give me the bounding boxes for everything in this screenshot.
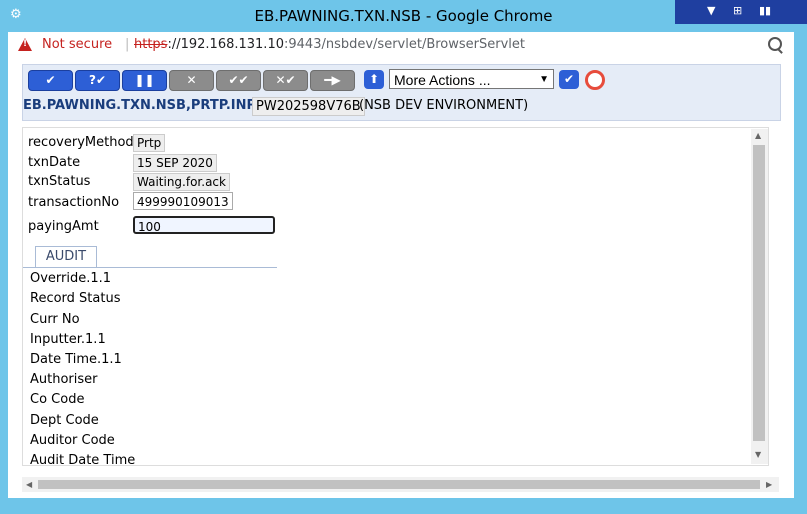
horizontal-scrollbar[interactable]: ◀ ▶ bbox=[22, 477, 779, 492]
url-scheme: https bbox=[134, 37, 168, 52]
txn-date-label: txnDate bbox=[28, 155, 81, 170]
vertical-scroll-thumb[interactable] bbox=[753, 145, 765, 441]
transaction-no-input[interactable]: 499990109013 bbox=[133, 192, 233, 210]
audit-override: Override.1.1 bbox=[30, 271, 112, 286]
url-text[interactable]: https://192.168.131.10:9443/nsbdev/servl… bbox=[134, 37, 525, 52]
next-button[interactable]: ━▶ bbox=[310, 70, 355, 91]
separator: | bbox=[125, 37, 130, 52]
authorise-button[interactable]: ✔✔ bbox=[216, 70, 261, 91]
scroll-down-icon[interactable]: ▼ bbox=[755, 450, 761, 459]
audit-date-time: Date Time.1.1 bbox=[30, 352, 122, 367]
tab-audit[interactable]: AUDIT bbox=[35, 246, 97, 267]
audit-date-time-2: Audit Date Time bbox=[30, 453, 136, 466]
audit-co-code: Co Code bbox=[30, 392, 85, 407]
scroll-right-icon[interactable]: ▶ bbox=[766, 480, 772, 489]
audit-curr-no: Curr No bbox=[30, 312, 80, 327]
go-button[interactable]: ✔ bbox=[559, 70, 579, 89]
paying-amt-input[interactable]: 100 bbox=[133, 216, 275, 234]
commit-button[interactable]: ✔ bbox=[28, 70, 73, 91]
audit-record-status: Record Status bbox=[30, 291, 121, 306]
more-actions-select[interactable]: More Actions ... ▼ bbox=[389, 69, 554, 89]
recovery-method-label: recoveryMethod bbox=[28, 135, 134, 150]
network-icon[interactable]: ⊞ bbox=[733, 4, 742, 17]
txn-status-value: Waiting.for.ack bbox=[133, 173, 230, 191]
security-label[interactable]: Not secure bbox=[42, 37, 112, 52]
signal-icon: ▮▮ bbox=[759, 4, 772, 17]
paying-amt-label: payingAmt bbox=[28, 219, 99, 234]
help-lifebuoy-icon[interactable] bbox=[585, 70, 605, 90]
url-path: :9443/nsbdev/servlet/BrowserServlet bbox=[284, 37, 526, 52]
page-content: ✔ ?✔ ❚❚ ✕ ✔✔ ✕✔ ━▶ ⬆ More Actions ... ▼ ✔… bbox=[8, 58, 794, 498]
recovery-method-value: Prtp bbox=[133, 134, 166, 152]
audit-inputter: Inputter.1.1 bbox=[30, 332, 106, 347]
scroll-left-icon[interactable]: ◀ bbox=[26, 480, 32, 489]
tab-divider bbox=[23, 267, 277, 268]
reverse-button[interactable]: ✕✔ bbox=[263, 70, 308, 91]
system-tray: ▼ ⊞ ▮▮ bbox=[675, 0, 807, 24]
chevron-down-icon: ▼ bbox=[539, 74, 549, 85]
up-arrow-icon[interactable]: ⬆ bbox=[364, 70, 384, 89]
audit-auditor-code: Auditor Code bbox=[30, 433, 115, 448]
txn-date-value: 15 SEP 2020 bbox=[133, 154, 217, 172]
warning-icon[interactable] bbox=[18, 38, 32, 51]
more-actions-label: More Actions ... bbox=[394, 72, 491, 88]
address-bar[interactable]: Not secure | https://192.168.131.10:9443… bbox=[8, 32, 794, 59]
hold-button[interactable]: ❚❚ bbox=[122, 70, 167, 91]
audit-authoriser: Authoriser bbox=[30, 372, 98, 387]
transaction-no-label: transactionNo bbox=[28, 195, 120, 210]
horizontal-scroll-thumb[interactable] bbox=[38, 480, 760, 489]
transaction-id: PW202598V76B bbox=[252, 97, 365, 116]
application-id: EB.PAWNING.TXN.NSB,PRTP.INPUT bbox=[23, 98, 276, 113]
action-toolbar: ✔ ?✔ ❚❚ ✕ ✔✔ ✕✔ ━▶ ⬆ More Actions ... ▼ ✔… bbox=[22, 64, 781, 121]
dropdown-icon[interactable]: ▼ bbox=[707, 4, 715, 17]
scroll-up-icon[interactable]: ▲ bbox=[755, 131, 761, 140]
environment-label: (NSB DEV ENVIRONMENT) bbox=[359, 98, 529, 113]
url-host: ://192.168.131.10 bbox=[167, 37, 284, 52]
vertical-scrollbar[interactable]: ▲ ▼ bbox=[751, 129, 768, 464]
audit-dept-code: Dept Code bbox=[30, 413, 99, 428]
zoom-icon[interactable] bbox=[768, 37, 782, 51]
txn-status-label: txnStatus bbox=[28, 174, 91, 189]
transaction-form: recoveryMethod Prtp txnDate 15 SEP 2020 … bbox=[22, 127, 769, 466]
validate-button[interactable]: ?✔ bbox=[75, 70, 120, 91]
title-bar: ⚙ EB.PAWNING.TXN.NSB - Google Chrome ▼ ⊞… bbox=[0, 0, 807, 32]
delete-button[interactable]: ✕ bbox=[169, 70, 214, 91]
